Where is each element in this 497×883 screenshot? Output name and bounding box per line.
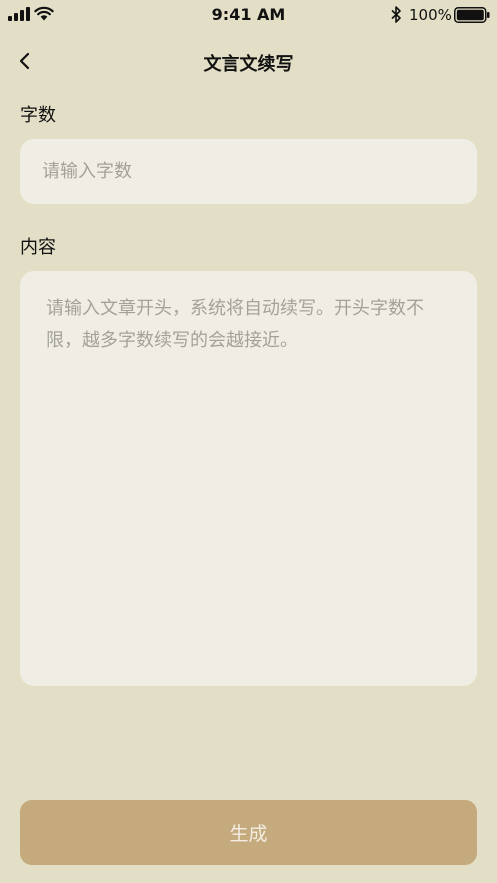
battery-percent: 100% <box>409 6 452 24</box>
count-label: 字数 <box>20 105 56 126</box>
content-label: 内容 <box>20 237 56 258</box>
count-input[interactable] <box>20 139 477 204</box>
generate-button[interactable]: 生成 <box>20 800 477 865</box>
app-screen: 9:41 AM 100% 文言文续写 字数 内容 生成 <box>0 0 497 883</box>
page-title: 文言文续写 <box>203 54 294 75</box>
battery-icon <box>454 7 490 23</box>
content-textarea[interactable] <box>20 271 477 686</box>
bluetooth-icon <box>391 6 401 23</box>
nav-bar: 文言文续写 <box>0 40 497 82</box>
status-bar: 9:41 AM 100% <box>0 0 497 30</box>
